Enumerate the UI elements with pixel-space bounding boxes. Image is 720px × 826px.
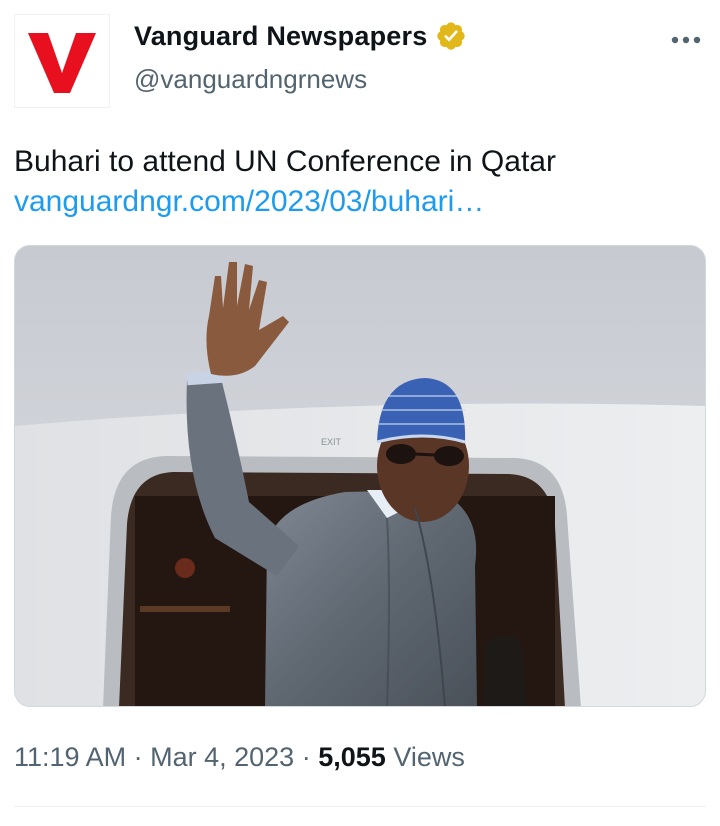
verified-badge-icon[interactable] [435, 20, 467, 52]
vanguard-logo-icon [28, 33, 96, 93]
meta-separator: · [133, 742, 143, 772]
tweet-link[interactable]: vanguardngr.com/2023/03/buhari… [14, 183, 484, 221]
photo-man-waving-from-aircraft-door: EXIT [15, 246, 705, 706]
more-options-button[interactable] [662, 22, 710, 58]
views-label: Views [393, 742, 465, 772]
more-horizontal-icon [671, 36, 701, 44]
views-count: 5,055 [318, 742, 386, 772]
tweet-media[interactable]: EXIT [14, 245, 706, 707]
account-name-row: Vanguard Newspapers [134, 20, 467, 52]
exit-sign: EXIT [321, 437, 342, 447]
tweet-date[interactable]: Mar 4, 2023 [150, 742, 294, 772]
tweet-time[interactable]: 11:19 AM [14, 742, 126, 772]
tweet-text: Buhari to attend UN Conference in Qatar [14, 145, 556, 178]
avatar[interactable] [14, 14, 110, 108]
divider [14, 806, 706, 807]
tweet-meta: 11:19 AM · Mar 4, 2023 · 5,055 Views [14, 742, 465, 773]
meta-separator: · [301, 742, 311, 772]
account-handle[interactable]: @vanguardngrnews [134, 64, 367, 95]
display-name[interactable]: Vanguard Newspapers [134, 21, 427, 52]
